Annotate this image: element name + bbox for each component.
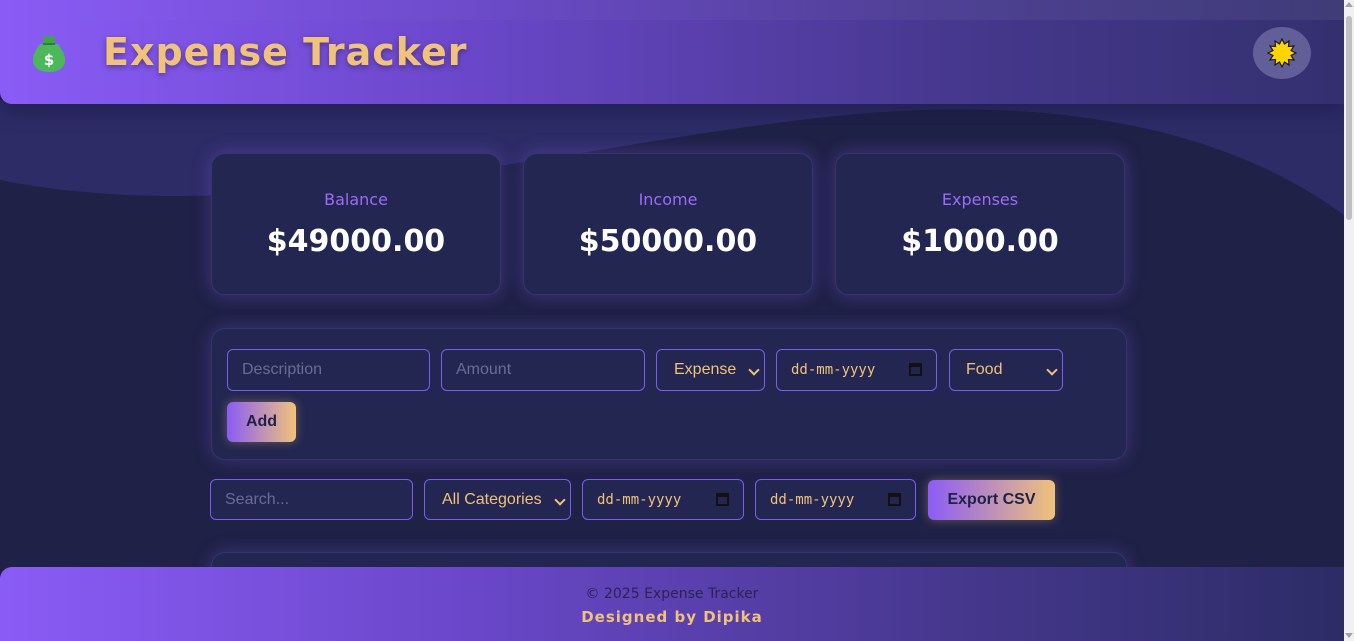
to-date-placeholder: dd-mm-yyyy [770,491,855,508]
page-scrollbar[interactable] [1344,0,1354,641]
add-button[interactable]: Add [227,402,296,442]
chevron-down-icon [748,364,760,376]
income-label: Income [638,190,698,209]
amount-input[interactable]: Amount [441,349,645,391]
filter-category-value: All Categories [442,490,542,508]
footer-credit: Designed by Dipika [581,608,763,626]
footer-copyright: © 2025 Expense Tracker [585,586,759,602]
category-select-value: Food [966,361,1003,378]
chevron-down-icon [554,494,566,506]
type-select-value: Expense [674,361,737,378]
calendar-icon[interactable] [716,493,729,506]
app-header: $ Expense Tracker [0,0,1344,104]
description-input[interactable]: Description [227,349,430,391]
from-date-input[interactable]: dd-mm-yyyy [582,479,744,520]
balance-label: Balance [324,190,388,209]
export-csv-button[interactable]: Export CSV [928,480,1055,520]
money-bag-icon: $ [32,36,66,72]
scroll-up-arrow-icon[interactable] [1345,2,1353,7]
svg-text:$: $ [44,51,54,69]
filter-category-select[interactable]: All Categories [424,479,571,520]
chevron-down-icon [1046,364,1058,376]
balance-value: $49000.00 [266,224,446,259]
calendar-icon[interactable] [909,363,922,376]
search-input[interactable]: Search... [210,479,413,520]
app-footer: © 2025 Expense Tracker Designed by Dipik… [0,567,1344,641]
date-input-placeholder: dd-mm-yyyy [791,362,876,378]
date-input[interactable]: dd-mm-yyyy [776,349,937,391]
expenses-card: Expenses $1000.00 [835,153,1125,295]
income-card: Income $50000.00 [523,153,813,295]
header-highlight [0,0,1344,20]
theme-toggle-button[interactable] [1253,27,1311,79]
income-value: $50000.00 [578,224,758,259]
scroll-down-arrow-icon[interactable] [1345,633,1353,638]
balance-card: Balance $49000.00 [211,153,501,295]
to-date-input[interactable]: dd-mm-yyyy [755,479,916,520]
from-date-placeholder: dd-mm-yyyy [597,491,682,508]
expenses-label: Expenses [941,190,1019,209]
add-transaction-form [211,328,1127,460]
scrollbar-thumb[interactable] [1346,16,1352,220]
app-title: Expense Tracker [103,30,468,74]
expenses-value: $1000.00 [901,224,1059,259]
type-select[interactable]: Expense [656,349,765,391]
category-select[interactable]: Food [949,349,1063,391]
calendar-icon[interactable] [888,493,901,506]
sun-icon [1267,38,1297,68]
